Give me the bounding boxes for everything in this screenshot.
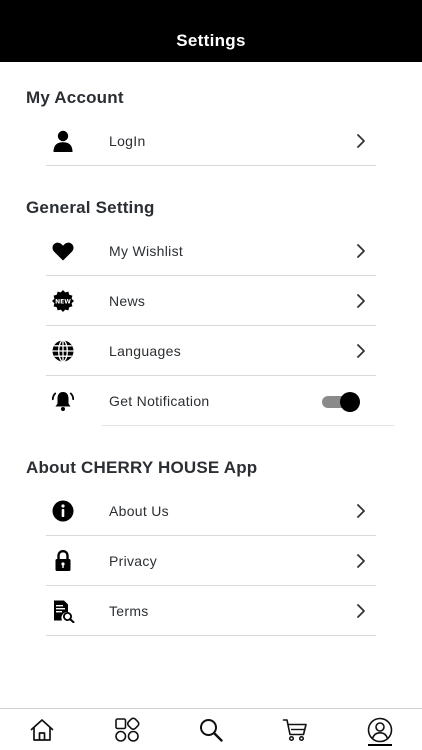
header-bar: Settings [0, 0, 422, 62]
settings-item-news[interactable]: NEW News [46, 276, 376, 326]
section-title-my-account: My Account [26, 88, 124, 107]
chevron-right-icon [357, 604, 365, 618]
new-badge-icon: NEW [46, 284, 80, 318]
settings-item-label: My Wishlist [109, 242, 184, 259]
settings-item-about-us[interactable]: About Us [46, 486, 376, 536]
home-icon [30, 718, 54, 741]
profile-icon [367, 717, 393, 742]
settings-item-label: Privacy [109, 552, 157, 569]
chevron-right-icon [357, 134, 365, 148]
chevron-right-icon [357, 554, 365, 568]
search-icon [199, 718, 223, 742]
section-title-about: About CHERRY HOUSE App [26, 458, 258, 477]
settings-item-label: Languages [109, 342, 181, 359]
notification-toggle[interactable] [322, 390, 360, 412]
chevron-right-icon [357, 504, 365, 518]
settings-item-label: Terms [109, 602, 149, 619]
settings-item-label: LogIn [109, 132, 146, 149]
settings-item-get-notification: Get Notification [46, 376, 376, 426]
section-title-general-setting: General Setting [26, 198, 155, 217]
toggle-knob [340, 392, 360, 412]
settings-item-label: Get Notification [109, 393, 210, 409]
active-tab-indicator [367, 743, 392, 746]
settings-item-my-wishlist[interactable]: My Wishlist [46, 226, 376, 276]
info-icon [46, 494, 80, 528]
tab-categories[interactable] [107, 710, 147, 750]
tab-profile[interactable] [360, 710, 400, 750]
bell-icon [46, 384, 80, 418]
user-icon [46, 124, 80, 158]
settings-item-label: About Us [109, 502, 169, 519]
tab-home[interactable] [22, 710, 62, 750]
categories-icon [114, 716, 140, 742]
tab-search[interactable] [191, 710, 231, 750]
chevron-right-icon [357, 344, 365, 358]
new-badge-text: NEW [55, 298, 71, 305]
heart-icon [46, 234, 80, 268]
settings-item-terms[interactable]: Terms [46, 586, 376, 636]
document-search-icon [46, 594, 80, 628]
lock-icon [46, 544, 80, 578]
bottom-tab-bar [0, 708, 422, 750]
tab-cart[interactable] [275, 710, 315, 750]
chevron-right-icon [357, 294, 365, 308]
page-title: Settings [176, 31, 246, 50]
cart-icon [283, 718, 308, 741]
settings-item-label: News [109, 292, 146, 309]
globe-icon [46, 334, 80, 368]
divider [102, 425, 394, 426]
settings-item-privacy[interactable]: Privacy [46, 536, 376, 586]
chevron-right-icon [357, 244, 365, 258]
settings-item-login[interactable]: LogIn [46, 116, 376, 166]
settings-item-languages[interactable]: Languages [46, 326, 376, 376]
